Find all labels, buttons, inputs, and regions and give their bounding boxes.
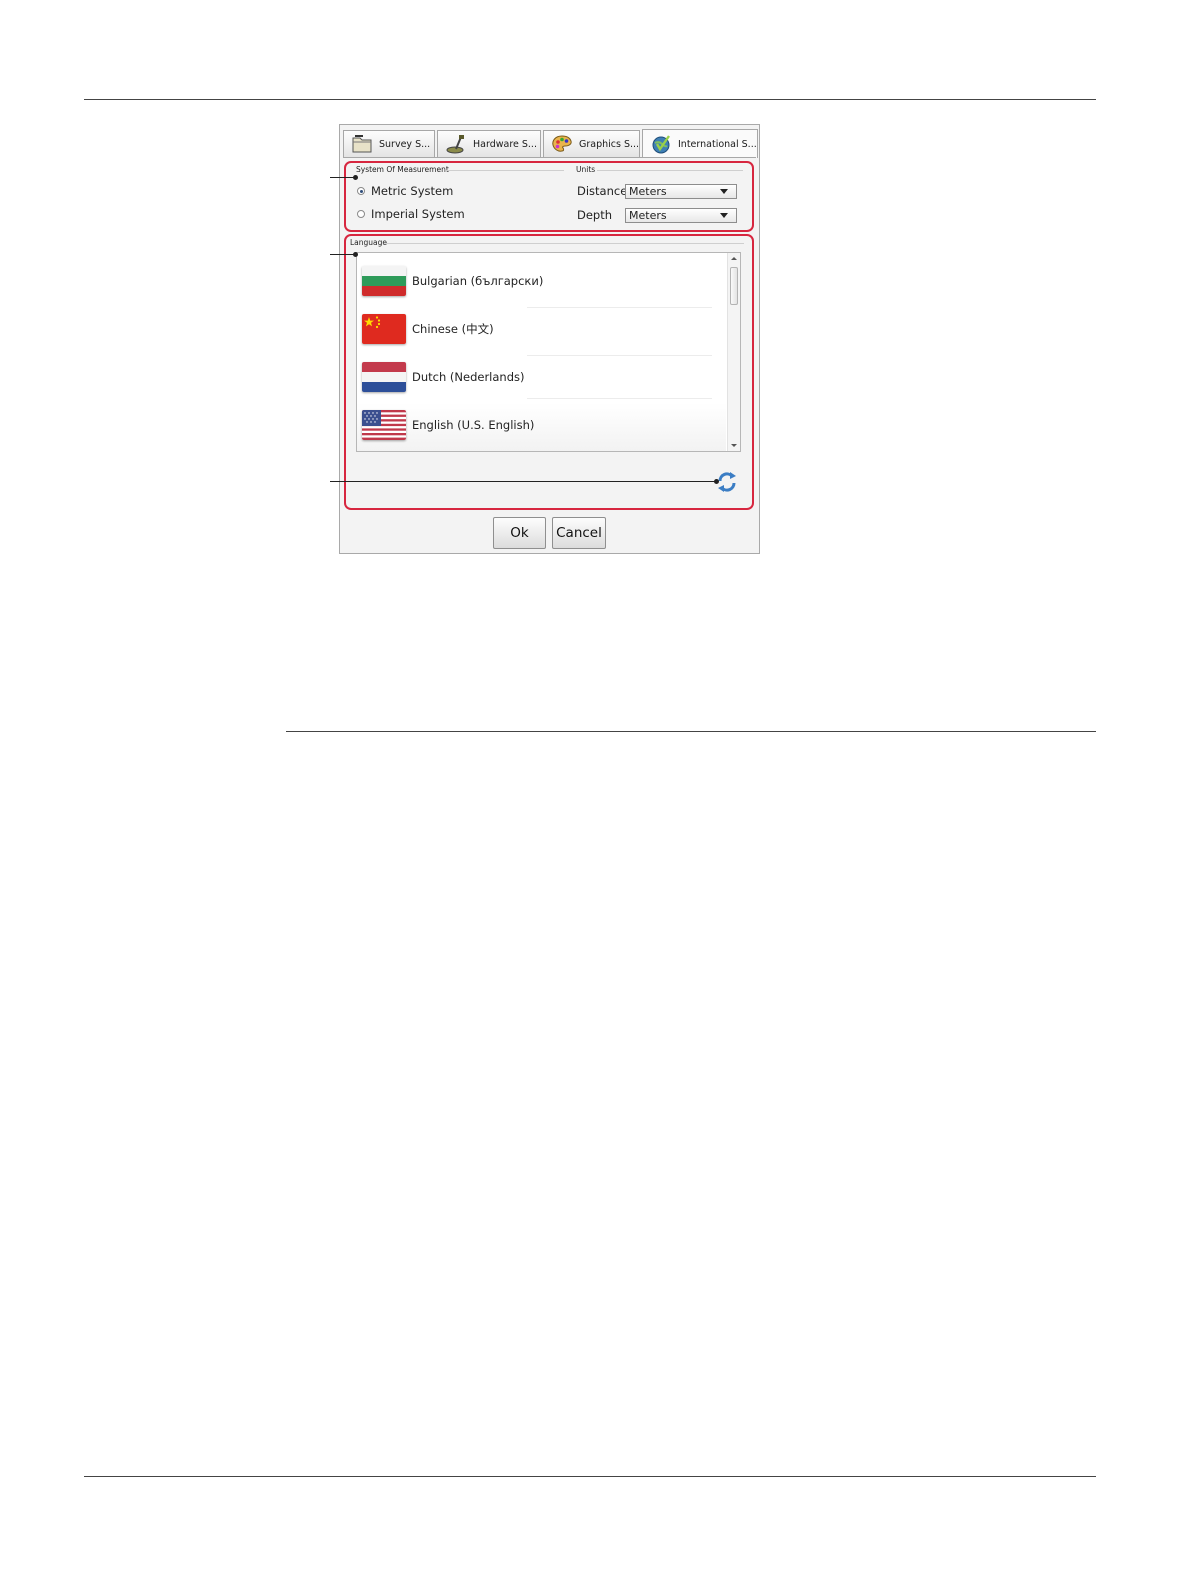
bulgaria-flag-icon xyxy=(362,266,406,296)
language-label: Dutch (Nederlands) xyxy=(412,370,525,384)
units-legend-line xyxy=(597,170,743,171)
metric-system-option[interactable]: Metric System xyxy=(357,184,453,198)
globe-check-icon xyxy=(649,133,673,155)
depth-label: Depth xyxy=(577,208,613,222)
language-label: Chinese (中文) xyxy=(412,322,494,336)
imperial-label: Imperial System xyxy=(371,207,465,221)
imperial-system-option[interactable]: Imperial System xyxy=(357,207,465,221)
language-item-dutch[interactable]: Dutch (Nederlands) xyxy=(362,359,525,395)
metric-radio[interactable] xyxy=(357,187,365,195)
survey-folder-icon xyxy=(350,133,374,155)
metric-label: Metric System xyxy=(371,184,454,198)
language-list-scrollbar[interactable] xyxy=(727,253,740,451)
depth-value: Meters xyxy=(629,209,667,222)
list-separator xyxy=(527,355,712,356)
palette-icon xyxy=(550,133,574,155)
list-separator xyxy=(527,307,712,308)
ground-scanner-icon xyxy=(444,133,468,155)
measurement-legend-line xyxy=(446,170,564,171)
ok-button[interactable]: Ok xyxy=(493,517,546,549)
chevron-down-icon xyxy=(720,189,728,194)
china-flag-icon xyxy=(362,314,406,344)
language-item-bulgarian[interactable]: Bulgarian (български) xyxy=(362,263,543,299)
tab-survey-label: Survey S... xyxy=(379,138,431,150)
language-legend-line xyxy=(386,243,744,244)
language-label: Bulgarian (български) xyxy=(412,274,544,288)
tab-international-settings[interactable]: International S... xyxy=(642,129,758,158)
netherlands-flag-icon xyxy=(362,362,406,392)
scrollbar-thumb[interactable] xyxy=(730,267,738,305)
footer-rule xyxy=(84,1476,1096,1477)
callout-dot-language xyxy=(353,252,358,257)
tab-hardware-label: Hardware S... xyxy=(473,138,537,150)
units-legend: Units xyxy=(576,165,596,174)
section-rule xyxy=(286,731,1096,732)
imperial-radio[interactable] xyxy=(357,210,365,218)
depth-select[interactable]: Meters xyxy=(625,208,737,223)
settings-tab-bar: Survey S... Hardware S... Graphics S... … xyxy=(343,129,758,158)
language-item-english[interactable]: English (U.S. English) xyxy=(362,407,534,443)
cancel-button[interactable]: Cancel xyxy=(552,517,606,549)
distance-label: Distance xyxy=(577,184,628,198)
tab-graphics-label: Graphics S... xyxy=(579,138,640,150)
list-separator xyxy=(527,398,712,399)
distance-value: Meters xyxy=(629,185,667,198)
tab-survey-settings[interactable]: Survey S... xyxy=(343,130,435,157)
distance-select[interactable]: Meters xyxy=(625,184,737,199)
language-legend: Language xyxy=(350,238,388,247)
callout-line-refresh xyxy=(330,481,718,482)
measurement-legend: System Of Measurement xyxy=(356,165,449,174)
tab-hardware-settings[interactable]: Hardware S... xyxy=(437,130,541,157)
chevron-down-icon xyxy=(720,213,728,218)
language-item-chinese[interactable]: Chinese (中文) xyxy=(362,311,494,347)
refresh-icon[interactable] xyxy=(716,471,738,493)
header-rule xyxy=(84,99,1096,100)
tab-baseline xyxy=(343,157,756,158)
scroll-down-icon[interactable] xyxy=(731,444,737,447)
callout-dot-refresh xyxy=(714,479,719,484)
language-list[interactable]: Bulgarian (български) Chinese (中文) Dutch… xyxy=(356,252,741,452)
tab-graphics-settings[interactable]: Graphics S... xyxy=(543,130,640,157)
scroll-up-icon[interactable] xyxy=(731,257,737,260)
tab-international-label: International S... xyxy=(678,138,757,150)
callout-dot-measurement xyxy=(353,175,358,180)
usa-flag-icon xyxy=(362,410,406,440)
language-label: English (U.S. English) xyxy=(412,418,535,432)
